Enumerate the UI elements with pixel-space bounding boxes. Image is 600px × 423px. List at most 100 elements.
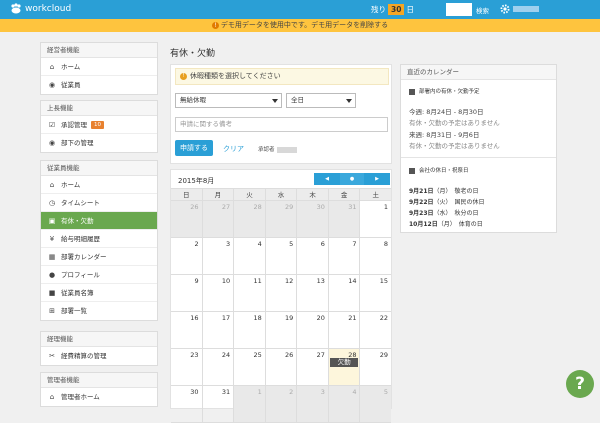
sidebar-item[interactable]: ■ 従業員名簿 <box>41 284 157 302</box>
sidebar-item[interactable]: ● プロフィール <box>41 266 157 284</box>
calendar-day-cell[interactable]: 12 <box>266 275 298 311</box>
calendar-day-cell[interactable]: 29 <box>360 349 391 385</box>
absence-event[interactable]: 欠勤 <box>329 358 359 367</box>
calendar-day-cell[interactable]: 28 欠勤 <box>328 349 361 385</box>
calendar-day-cell[interactable]: 4 <box>234 238 266 274</box>
day-number: 19 <box>285 314 294 322</box>
calendar-day-cell[interactable]: 7 <box>329 238 361 274</box>
app-logo[interactable]: workcloud <box>10 3 71 14</box>
calendar-day-cell[interactable]: 25 <box>234 349 266 385</box>
calendar-day-cell[interactable]: 16 <box>171 312 203 348</box>
remain-days: 30 <box>388 4 405 15</box>
calendar-day-cell[interactable]: 24 <box>203 349 235 385</box>
sidebar-item[interactable]: ◉ 従業員 <box>41 76 157 94</box>
calendar-day-cell[interactable]: 23 <box>171 349 203 385</box>
duration-select[interactable]: 全日 <box>286 93 356 108</box>
divider <box>401 157 556 158</box>
today-button[interactable]: ● <box>340 173 364 185</box>
notice-text: 休暇種類を選択してください <box>190 72 281 80</box>
calendar-day-cell[interactable]: 19 <box>266 312 298 348</box>
calendar-day-cell[interactable]: 22 <box>360 312 391 348</box>
calendar-day-cell[interactable]: 10 <box>203 275 235 311</box>
calendar-week-row: 16 17 18 19 20 21 22 <box>171 312 391 349</box>
check-icon: ☑ <box>48 121 56 129</box>
remain-prefix: 残り <box>371 5 386 14</box>
prev-month-button[interactable]: ◀ <box>314 173 340 185</box>
sidebar-item[interactable]: ⌂ ホーム <box>41 176 157 194</box>
calendar-day-cell[interactable]: 1 <box>234 386 266 422</box>
logo-text: workcloud <box>25 3 72 14</box>
calendar-day-cell[interactable]: 15 <box>360 275 391 311</box>
day-number: 30 <box>190 388 199 396</box>
calendar-day-cell[interactable]: 27 <box>297 349 329 385</box>
calendar-day-cell[interactable]: 4 <box>328 386 361 422</box>
calendar-day-cell[interactable]: 28 <box>234 201 266 237</box>
calendar-icon <box>409 88 415 95</box>
calendar-day-cell[interactable]: 13 <box>297 275 329 311</box>
sidebar-item-label: 有休・欠勤 <box>61 217 94 225</box>
holiday-date: 9月23日 <box>409 210 434 217</box>
sidebar-item[interactable]: ¥ 給与明細履歴 <box>41 230 157 248</box>
holiday-item: 9月22日（火） 国民の休日 <box>409 197 485 206</box>
leave-type-select[interactable]: 無給休暇 <box>175 93 282 108</box>
org-icon: ⊞ <box>49 307 55 315</box>
sidebar-item[interactable]: ▦ 部署カレンダー <box>41 248 157 266</box>
calendar-day-cell[interactable]: 21 <box>329 312 361 348</box>
search-button[interactable]: 検索 <box>476 5 489 15</box>
calendar-day-cell[interactable]: 8 <box>360 238 391 274</box>
calendar-day-cell[interactable]: 17 <box>203 312 235 348</box>
calendar-day-cell[interactable]: 30 <box>297 201 329 237</box>
calendar-day-cell[interactable]: 14 <box>329 275 361 311</box>
next-month-button[interactable]: ▶ <box>364 173 390 185</box>
calendar-day-cell[interactable]: 11 <box>234 275 266 311</box>
note-input[interactable]: 申請に関する備考 <box>175 117 388 132</box>
sidebar-item[interactable]: ▣ 有休・欠勤 <box>41 212 157 230</box>
sidebar-item[interactable]: ⊞ 部署一覧 <box>41 302 157 320</box>
calendar-day-cell[interactable]: 3 <box>297 386 329 422</box>
gear-icon[interactable] <box>500 4 510 14</box>
calendar-day-cell[interactable]: 30 <box>171 386 203 422</box>
chevron-down-icon <box>346 99 352 103</box>
calendar-day-cell[interactable]: 27 <box>202 201 235 237</box>
day-number: 2 <box>194 240 199 248</box>
sidebar-section: 上長機能 ☑ 承認管理 10 ◉ 部下の管理 <box>40 100 158 153</box>
calendar-day-cell[interactable]: 31 <box>328 201 361 237</box>
this-week-none: 有休・欠勤の予定はありません <box>409 119 500 127</box>
banner-text: デモ用データを使用中です。デモ用データを削除する <box>220 21 389 29</box>
sidebar-item[interactable]: ✂ 経費精算の管理 <box>41 347 157 365</box>
calendar-day-cell[interactable]: 2 <box>171 238 203 274</box>
apply-button[interactable]: 申請する <box>175 140 213 156</box>
calendar-day-cell[interactable]: 18 <box>234 312 266 348</box>
approver-label: 承認者 <box>258 147 275 153</box>
calendar-day-cell[interactable]: 2 <box>265 386 298 422</box>
page-title: 有休・欠勤 <box>170 49 216 59</box>
clear-button[interactable]: クリア <box>223 144 244 154</box>
day-number: 18 <box>253 314 262 322</box>
day-number: 29 <box>285 203 294 211</box>
calendar-day-cell[interactable]: 31 <box>203 386 235 422</box>
sidebar-item[interactable]: ⌂ ホーム <box>41 58 157 76</box>
calendar-day-cell[interactable]: 1 <box>360 201 391 237</box>
calendar-day-cell[interactable]: 6 <box>297 238 329 274</box>
calendar-day-cell[interactable]: 5 <box>266 238 298 274</box>
calendar-day-cell[interactable]: 5 <box>360 386 392 422</box>
sidebar-item[interactable]: ⌂ 管理者ホーム <box>41 388 157 406</box>
calendar-day-cell[interactable]: 20 <box>297 312 329 348</box>
next-week-range: 来週: 8月31日 - 9月6日 <box>409 131 480 139</box>
calendar-day-cell[interactable]: 29 <box>265 201 298 237</box>
user-menu[interactable] <box>513 6 539 12</box>
day-number: 22 <box>379 314 389 322</box>
clock-icon: ◷ <box>48 199 56 207</box>
search-input[interactable] <box>446 3 472 16</box>
calendar-day-cell[interactable]: 3 <box>203 238 235 274</box>
duration-value: 全日 <box>291 96 304 104</box>
home-icon: ⌂ <box>49 63 55 71</box>
help-button[interactable]: ? <box>566 370 594 398</box>
sidebar-item[interactable]: ◉ 部下の管理 <box>41 134 157 152</box>
calendar-day-cell[interactable]: 9 <box>171 275 203 311</box>
sidebar-item[interactable]: ☑ 承認管理 10 <box>41 116 157 134</box>
calendar-day-cell[interactable]: 26 <box>171 201 203 237</box>
sidebar-item[interactable]: ◷ タイムシート <box>41 194 157 212</box>
demo-banner[interactable]: ! デモ用データを使用中です。デモ用データを削除する <box>0 19 600 32</box>
calendar-day-cell[interactable]: 26 <box>266 349 298 385</box>
